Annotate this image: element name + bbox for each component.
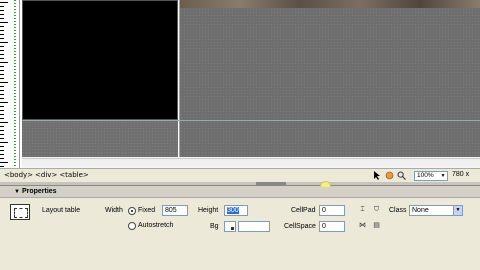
cellspace-label: CellSpace [284, 223, 316, 230]
ruler-tick [0, 34, 4, 35]
tag-table[interactable]: <table> [59, 171, 88, 179]
properties-panel: Layout table Width Fixed 805 Autostretch… [0, 197, 480, 270]
ruler-tick [0, 114, 4, 115]
ruler-tick [0, 166, 4, 167]
properties-title[interactable]: ▼ Properties [14, 188, 57, 195]
design-view[interactable] [0, 0, 480, 168]
ruler-tick [0, 122, 8, 123]
ruler-tick [0, 62, 8, 63]
window-size[interactable]: 780 x [452, 171, 469, 178]
layout-cell-bottom-right[interactable] [180, 121, 480, 157]
ruler-tick [0, 158, 4, 159]
cell-border-horizontal [22, 120, 480, 121]
ruler-tick [0, 98, 4, 99]
layout-cell-image-strip[interactable] [180, 0, 480, 8]
hand-icon[interactable] [384, 170, 394, 180]
autostretch-label: Autostretch [138, 222, 174, 229]
ruler-tick [0, 110, 4, 111]
tag-selector: <body> <div> <table> [4, 171, 89, 179]
ruler-tick [0, 38, 4, 39]
horizontal-scrollbar[interactable] [22, 158, 480, 166]
ruler-tick [0, 82, 8, 83]
ruler-tick [0, 118, 4, 119]
tag-div[interactable]: <div> [35, 171, 57, 179]
ruler-tick [0, 86, 4, 87]
chevron-down-icon: ▼ [453, 206, 462, 215]
layout-cell-black[interactable] [22, 0, 178, 120]
zoom-select[interactable]: 100% ▼ [414, 171, 448, 181]
tag-body[interactable]: <body> [4, 171, 33, 179]
vertical-ruler [0, 0, 20, 168]
ruler-tick [0, 54, 4, 55]
ruler-tick [0, 10, 4, 11]
magnifier-icon[interactable] [396, 170, 406, 180]
ruler-guide-dots [14, 0, 16, 168]
status-tools [372, 170, 406, 180]
ruler-tick [0, 106, 4, 107]
ruler-tick [0, 150, 4, 151]
ruler-tick [0, 26, 4, 27]
fixed-radio[interactable] [128, 207, 136, 215]
expand-triangle-icon: ▼ [14, 189, 20, 195]
ruler-tick [0, 58, 4, 59]
ruler-tick [0, 46, 4, 47]
ruler-tick [0, 134, 4, 135]
chevron-down-icon: ▼ [440, 173, 446, 179]
clear-heights-icon[interactable]: ⌶ [358, 205, 367, 214]
layout-table-icon [10, 204, 30, 220]
fixed-label: Fixed [138, 207, 156, 214]
autostretch-radio[interactable] [128, 222, 136, 230]
remove-nesting-icon[interactable]: ▤ [372, 221, 381, 230]
ruler-tick [0, 142, 8, 143]
layout-cell-bottom-left[interactable] [22, 121, 178, 157]
cellspace-input[interactable]: 0 [319, 221, 345, 232]
ruler-tick [0, 30, 4, 31]
ruler-tick [0, 50, 4, 51]
height-label: Height [198, 207, 219, 214]
panel-splitter[interactable] [0, 182, 480, 186]
ruler-tick [0, 2, 8, 3]
ruler-tick [0, 102, 8, 103]
ruler-tick [0, 146, 4, 147]
ruler-tick [0, 126, 4, 127]
splitter-grip[interactable] [256, 182, 286, 186]
status-bar: <body> <div> <table> 100% ▼ 780 x [0, 168, 480, 182]
cellpad-label: CellPad [291, 207, 316, 214]
ruler-tick [0, 78, 4, 79]
ruler-tick [0, 74, 4, 75]
ruler-tick [0, 130, 4, 131]
class-value: None [412, 207, 429, 214]
ruler-tick [0, 70, 4, 71]
class-label: Class [389, 207, 407, 214]
element-label: Layout table [42, 207, 81, 214]
ruler-tick [0, 18, 4, 19]
ruler-tick [0, 162, 8, 163]
properties-header[interactable]: ▼ Properties [0, 187, 480, 197]
bg-color-input[interactable] [238, 221, 270, 232]
cell-border-vertical [179, 0, 180, 157]
bg-label: Bg [210, 223, 219, 230]
ruler-tick [0, 14, 4, 15]
ruler-tick [0, 90, 4, 91]
height-input[interactable]: 300 [224, 205, 248, 216]
ruler-tick [0, 154, 4, 155]
width-label: Width [105, 207, 123, 214]
arrow-pointer-icon[interactable] [372, 170, 382, 180]
ruler-tick [0, 6, 4, 7]
remove-spacers-icon[interactable]: ⋈ [358, 221, 367, 230]
ruler-tick [0, 138, 4, 139]
make-widths-consistent-icon[interactable]: ⛉ [372, 205, 381, 214]
cellpad-input[interactable]: 0 [319, 205, 345, 216]
zoom-value: 100% [417, 172, 434, 179]
ruler-tick [0, 66, 4, 67]
class-select[interactable]: None ▼ [409, 205, 463, 216]
ruler-tick [0, 42, 8, 43]
bg-color-swatch[interactable] [224, 221, 236, 232]
layout-cell-main[interactable] [180, 8, 480, 120]
ruler-tick [0, 94, 4, 95]
ruler-tick [0, 22, 8, 23]
fixed-width-input[interactable]: 805 [162, 205, 188, 216]
